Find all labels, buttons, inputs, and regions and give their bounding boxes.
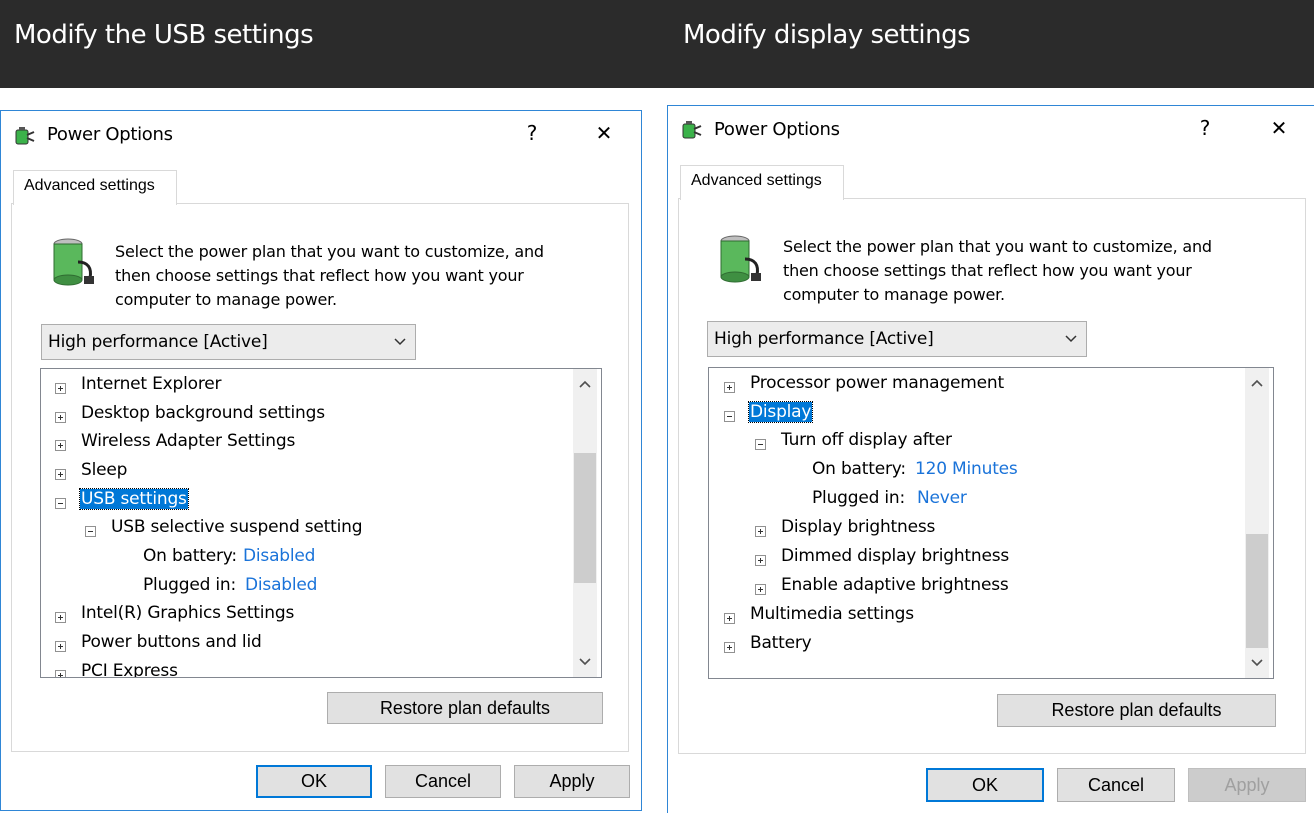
power-options-dialog-display: Power Options ? ✕ Advanced settings Sele…: [667, 105, 1314, 813]
expand-icon[interactable]: [755, 555, 766, 566]
apply-button[interactable]: Apply: [514, 765, 630, 798]
plugged-in-value-link[interactable]: Never: [917, 488, 967, 508]
power-plan-dropdown[interactable]: High performance [Active]: [41, 324, 416, 360]
right-caption: Modify display settings: [683, 20, 971, 50]
battery-plug-icon: [720, 235, 761, 283]
description-line-2: then choose settings that reflect how yo…: [115, 266, 524, 285]
help-button[interactable]: ?: [1190, 116, 1220, 140]
expand-icon[interactable]: [55, 469, 66, 480]
left-caption: Modify the USB settings: [14, 20, 314, 50]
battery-plug-icon: [53, 238, 94, 286]
description-line-2: then choose settings that reflect how yo…: [783, 261, 1192, 280]
dialog-title: Power Options: [714, 119, 840, 140]
on-battery-value-link[interactable]: Disabled: [243, 546, 315, 566]
expand-icon[interactable]: [55, 412, 66, 423]
tree-scrollbar[interactable]: [573, 369, 597, 677]
scroll-down-icon[interactable]: [573, 651, 597, 673]
description-line-3: computer to manage power.: [783, 285, 1005, 304]
expand-icon[interactable]: [755, 526, 766, 537]
chevron-down-icon: [394, 338, 406, 346]
ok-button[interactable]: OK: [256, 765, 372, 798]
on-battery-value-link[interactable]: 120 Minutes: [915, 459, 1018, 479]
dialog-title: Power Options: [47, 124, 173, 145]
advanced-settings-panel: Select the power plan that you want to c…: [678, 198, 1306, 754]
description-line-1: Select the power plan that you want to c…: [115, 242, 544, 261]
collapse-icon[interactable]: [755, 439, 766, 450]
scroll-up-icon[interactable]: [1245, 372, 1269, 394]
tab-advanced-settings[interactable]: Advanced settings: [13, 170, 177, 205]
plugged-in-value-link[interactable]: Disabled: [245, 575, 317, 595]
restore-plan-defaults-button[interactable]: Restore plan defaults: [997, 694, 1276, 727]
power-plan-value: High performance [Active]: [714, 329, 934, 349]
expand-icon[interactable]: [55, 440, 66, 451]
tree-scrollbar[interactable]: [1245, 368, 1269, 678]
expand-icon[interactable]: [724, 382, 735, 393]
scroll-up-icon[interactable]: [573, 373, 597, 395]
tab-advanced-settings[interactable]: Advanced settings: [680, 165, 844, 200]
scroll-thumb[interactable]: [574, 453, 596, 583]
power-options-icon: [682, 121, 702, 139]
settings-tree[interactable]: Processor power management Display Turn …: [708, 367, 1274, 679]
description-line-1: Select the power plan that you want to c…: [783, 237, 1212, 256]
expand-icon[interactable]: [55, 383, 66, 394]
power-options-icon: [15, 127, 35, 145]
chevron-down-icon: [1065, 335, 1077, 343]
collapse-icon[interactable]: [55, 498, 66, 509]
help-button[interactable]: ?: [517, 121, 547, 145]
scroll-down-icon[interactable]: [1245, 652, 1269, 674]
cancel-button[interactable]: Cancel: [385, 765, 501, 798]
expand-icon[interactable]: [755, 584, 766, 595]
cancel-button[interactable]: Cancel: [1057, 768, 1175, 802]
power-plan-value: High performance [Active]: [48, 332, 268, 352]
close-button[interactable]: ✕: [589, 121, 619, 145]
ok-button[interactable]: OK: [926, 768, 1044, 802]
expand-icon[interactable]: [55, 670, 66, 677]
expand-icon[interactable]: [724, 613, 735, 624]
expand-icon[interactable]: [55, 612, 66, 623]
description-line-3: computer to manage power.: [115, 290, 337, 309]
advanced-settings-panel: Select the power plan that you want to c…: [11, 203, 629, 752]
expand-icon[interactable]: [724, 642, 735, 653]
collapse-icon[interactable]: [85, 526, 96, 537]
collapse-icon[interactable]: [724, 411, 735, 422]
settings-tree[interactable]: Internet Explorer Desktop background set…: [40, 368, 602, 678]
restore-plan-defaults-button[interactable]: Restore plan defaults: [327, 692, 603, 724]
apply-button: Apply: [1188, 768, 1306, 802]
expand-icon[interactable]: [55, 641, 66, 652]
close-button[interactable]: ✕: [1264, 116, 1294, 140]
power-options-dialog-usb: Power Options ? ✕ Advanced settings Sele…: [0, 110, 642, 811]
power-plan-dropdown[interactable]: High performance [Active]: [707, 321, 1087, 357]
scroll-thumb[interactable]: [1246, 534, 1268, 648]
